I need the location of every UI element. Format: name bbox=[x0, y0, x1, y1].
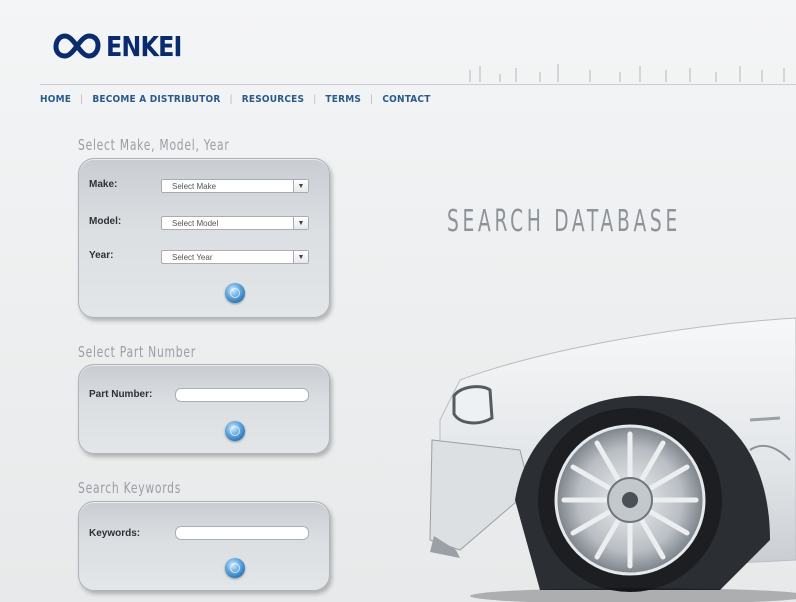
model-select[interactable]: Select Model ▼ bbox=[161, 216, 309, 230]
nav-terms[interactable]: TERMS bbox=[325, 94, 361, 105]
part-number-input[interactable] bbox=[175, 388, 309, 402]
header-divider bbox=[40, 84, 796, 85]
nav-home[interactable]: HOME bbox=[40, 94, 71, 105]
part-number-label: Part Number: bbox=[89, 389, 153, 400]
part-number-search-button[interactable] bbox=[225, 421, 245, 441]
model-label: Model: bbox=[89, 216, 122, 227]
keywords-search-button[interactable] bbox=[225, 558, 245, 578]
car-wheel-illustration bbox=[429, 317, 796, 602]
search-database-heading: SEARCH DATABASE bbox=[447, 204, 681, 239]
nav-separator: | bbox=[370, 94, 374, 105]
make-select-value: Select Make bbox=[172, 181, 217, 191]
year-select-value: Select Year bbox=[172, 252, 213, 262]
infinity-mark-icon bbox=[53, 33, 101, 59]
brand-name: ENKEI bbox=[106, 29, 182, 63]
nav-contact[interactable]: CONTACT bbox=[382, 94, 430, 105]
brand-logo[interactable]: ENKEI bbox=[50, 26, 195, 66]
chevron-down-icon[interactable]: ▼ bbox=[293, 180, 308, 192]
section-title-part-number: Select Part Number bbox=[78, 343, 196, 361]
header-decoration bbox=[469, 64, 785, 82]
nav-separator: | bbox=[80, 94, 84, 105]
make-label: Make: bbox=[89, 179, 118, 190]
make-select[interactable]: Select Make ▼ bbox=[161, 179, 309, 193]
year-select[interactable]: Select Year ▼ bbox=[161, 250, 309, 264]
make-model-year-panel: Make: Select Make ▼ Model: Select Model … bbox=[78, 158, 330, 318]
model-select-value: Select Model bbox=[172, 218, 219, 228]
part-number-panel: Part Number: bbox=[78, 364, 330, 454]
main-nav: HOME | BECOME A DISTRIBUTOR | RESOURCES … bbox=[40, 94, 431, 105]
section-title-keywords: Search Keywords bbox=[78, 479, 182, 497]
nav-separator: | bbox=[229, 94, 233, 105]
nav-separator: | bbox=[313, 94, 317, 105]
year-label: Year: bbox=[89, 250, 114, 261]
keywords-label: Keywords: bbox=[89, 528, 141, 539]
nav-become-distributor[interactable]: BECOME A DISTRIBUTOR bbox=[92, 94, 220, 105]
chevron-down-icon[interactable]: ▼ bbox=[293, 217, 308, 229]
keywords-panel: Keywords: bbox=[78, 501, 330, 591]
chevron-down-icon[interactable]: ▼ bbox=[293, 251, 308, 263]
nav-resources[interactable]: RESOURCES bbox=[242, 94, 304, 105]
section-title-make-model-year: Select Make, Model, Year bbox=[78, 136, 230, 154]
keywords-input[interactable] bbox=[175, 526, 309, 540]
make-model-year-search-button[interactable] bbox=[225, 283, 245, 303]
